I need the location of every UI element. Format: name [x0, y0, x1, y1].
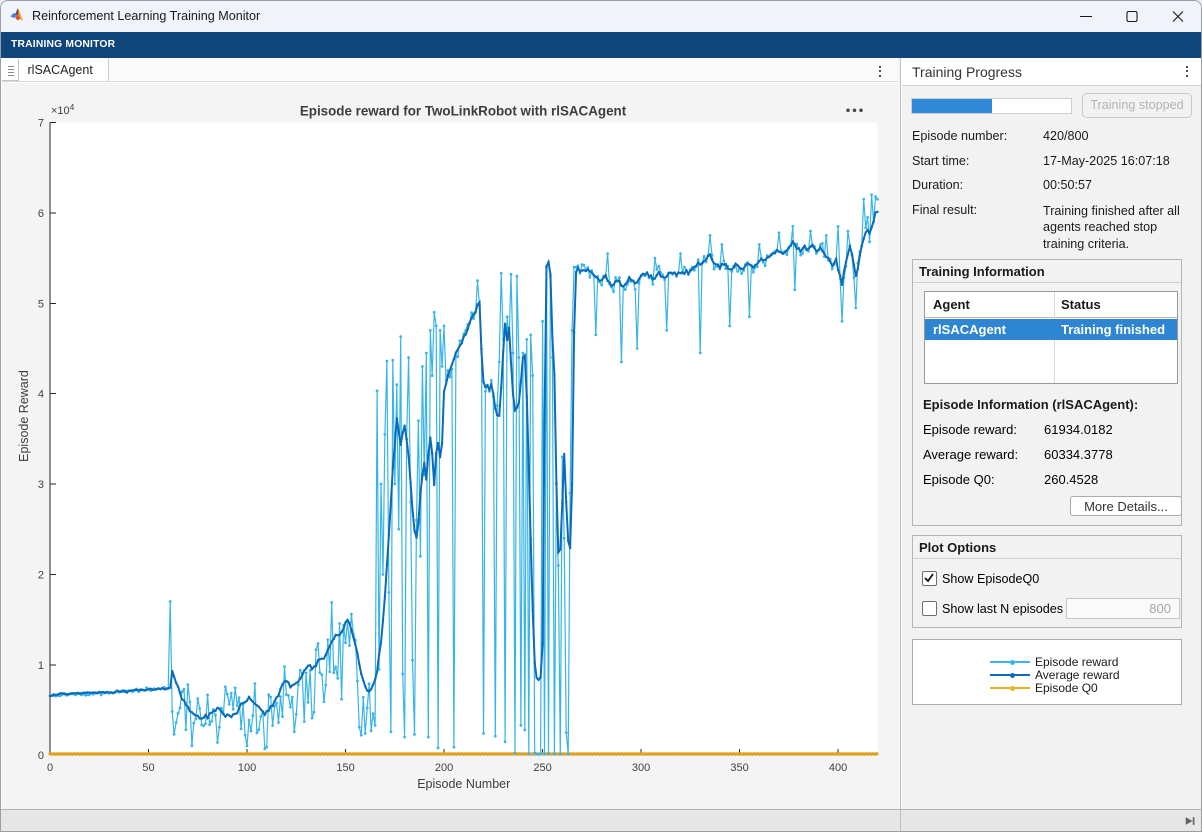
svg-text:4: 4 [38, 389, 44, 401]
svg-text:2: 2 [38, 569, 44, 581]
svg-text:3: 3 [38, 479, 44, 491]
svg-text:0: 0 [38, 750, 44, 762]
svg-text:0: 0 [47, 762, 53, 774]
svg-text:400: 400 [829, 762, 847, 774]
svg-text:×104: ×104 [51, 102, 75, 117]
svg-text:300: 300 [632, 762, 650, 774]
svg-text:Episode Number: Episode Number [417, 777, 510, 791]
svg-text:50: 50 [142, 762, 154, 774]
svg-text:5: 5 [38, 298, 44, 310]
svg-text:150: 150 [336, 762, 354, 774]
svg-text:Episode Reward: Episode Reward [17, 370, 31, 462]
svg-text:1: 1 [38, 660, 44, 672]
svg-text:350: 350 [730, 762, 748, 774]
svg-text:Episode reward for TwoLinkRobo: Episode reward for TwoLinkRobot with rlS… [300, 104, 627, 119]
svg-text:250: 250 [533, 762, 551, 774]
svg-text:6: 6 [38, 208, 44, 220]
svg-text:7: 7 [38, 118, 44, 130]
svg-text:200: 200 [435, 762, 453, 774]
svg-text:100: 100 [238, 762, 256, 774]
